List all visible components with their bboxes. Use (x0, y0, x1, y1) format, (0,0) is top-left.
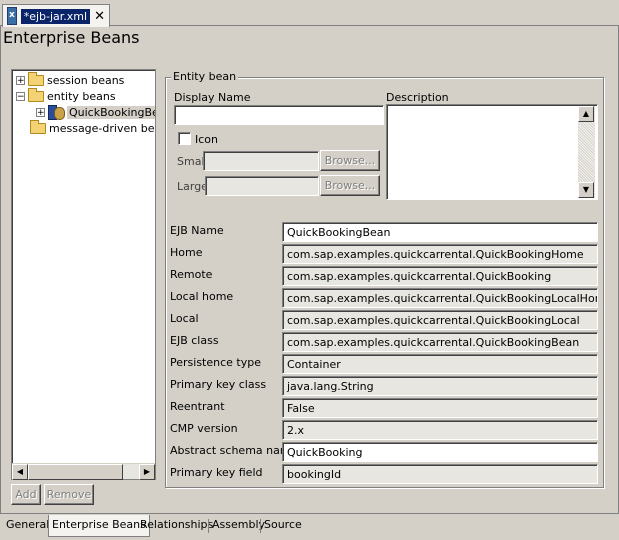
primary-key-class-field: java.lang.String (282, 376, 598, 396)
persistence-type-label: Persistence type (170, 356, 261, 369)
tab-enterprise-beans[interactable]: Enterprise Beans (48, 515, 150, 537)
ejb-name-label: EJB Name (170, 224, 224, 237)
local-home-label: Local home (170, 290, 234, 303)
tree-item-entity-beans[interactable]: − entity beans (16, 87, 116, 104)
cmp-version-label: CMP version (170, 422, 238, 435)
icon-label: Icon (195, 133, 218, 146)
scroll-thumb[interactable] (28, 464, 123, 480)
primary-key-field-label: Primary key field (170, 466, 263, 479)
local-home-field: com.sap.examples.quickcarrental.QuickBoo… (282, 288, 598, 308)
description-scrollbar[interactable]: ▲ ▼ (578, 106, 595, 198)
browse-large-button[interactable]: Browse... (320, 175, 380, 196)
scroll-up-icon[interactable]: ▲ (578, 106, 594, 122)
tree-item-message-driven-beans[interactable]: message-driven beans (30, 119, 155, 136)
ejb-class-label: EJB class (170, 334, 219, 347)
reentrant-label: Reentrant (170, 400, 225, 413)
page-tab-bar: General Enterprise Beans Relationships A… (0, 514, 619, 540)
display-name-label: Display Name (174, 91, 251, 104)
tree-item-session-beans[interactable]: + session beans (16, 71, 125, 88)
tree-item-label: QuickBookingBean (67, 105, 155, 119)
editor-tab-label: *ejb-jar.xml (20, 8, 91, 24)
local-field: com.sap.examples.quickcarrental.QuickBoo… (282, 310, 598, 330)
description-label: Description (386, 91, 449, 104)
persistence-type-field: Container (282, 354, 598, 374)
local-label: Local (170, 312, 199, 325)
tab-source[interactable]: Source (261, 516, 305, 534)
large-icon-field (205, 176, 319, 196)
expand-icon[interactable]: + (36, 107, 45, 117)
close-icon[interactable]: ✕ (94, 9, 105, 24)
editor-tab-ejb-jar[interactable]: x *ejb-jar.xml ✕ (2, 4, 110, 27)
remote-label: Remote (170, 268, 213, 281)
scroll-down-icon[interactable]: ▼ (578, 182, 594, 198)
description-textarea[interactable] (386, 104, 598, 200)
ejb-class-field: com.sap.examples.quickcarrental.QuickBoo… (282, 332, 598, 352)
remote-field: com.sap.examples.quickcarrental.QuickBoo… (282, 266, 598, 286)
collapse-icon[interactable]: − (16, 91, 25, 101)
tab-relationships[interactable]: Relationships (137, 516, 216, 534)
reentrant-field: False (282, 398, 598, 418)
abstract-schema-name-label: Abstract schema name (170, 444, 298, 457)
scroll-right-icon[interactable]: ▶ (139, 464, 155, 480)
primary-key-field-field: bookingId (282, 464, 598, 484)
tree-item-label: entity beans (47, 89, 116, 103)
scroll-left-icon[interactable]: ◀ (12, 464, 28, 480)
tree-item-label: session beans (47, 73, 125, 87)
browse-small-button[interactable]: Browse... (320, 150, 380, 171)
group-legend: Entity bean (171, 70, 239, 83)
entity-bean-icon (48, 104, 65, 120)
page-title: Enterprise Beans (3, 28, 140, 47)
ejb-name-input[interactable]: QuickBookingBean (282, 222, 598, 242)
large-icon-label: Large (177, 180, 208, 193)
remove-button[interactable]: Remove (44, 484, 94, 505)
primary-key-class-label: Primary key class (170, 378, 267, 391)
abstract-schema-name-input[interactable]: QuickBooking (282, 442, 598, 462)
display-name-input[interactable] (174, 105, 384, 125)
icon-checkbox[interactable] (178, 132, 191, 145)
folder-open-icon (28, 87, 44, 102)
small-icon-field (203, 151, 319, 171)
xml-file-icon: x (7, 7, 17, 25)
cmp-version-field: 2.x (282, 420, 598, 440)
bean-tree[interactable]: + session beans − entity beans + QuickBo… (11, 69, 156, 480)
tab-general[interactable]: General (3, 516, 52, 534)
tree-item-quickbookingbean[interactable]: + QuickBookingBean (36, 104, 155, 120)
home-label: Home (170, 246, 203, 259)
home-field: com.sap.examples.quickcarrental.QuickBoo… (282, 244, 598, 264)
add-button[interactable]: Add (11, 484, 41, 505)
folder-icon (28, 71, 44, 86)
tree-item-label: message-driven beans (49, 121, 155, 135)
folder-icon (30, 119, 46, 134)
tree-horizontal-scrollbar[interactable]: ◀ ▶ (12, 463, 155, 480)
expand-icon[interactable]: + (16, 75, 25, 85)
